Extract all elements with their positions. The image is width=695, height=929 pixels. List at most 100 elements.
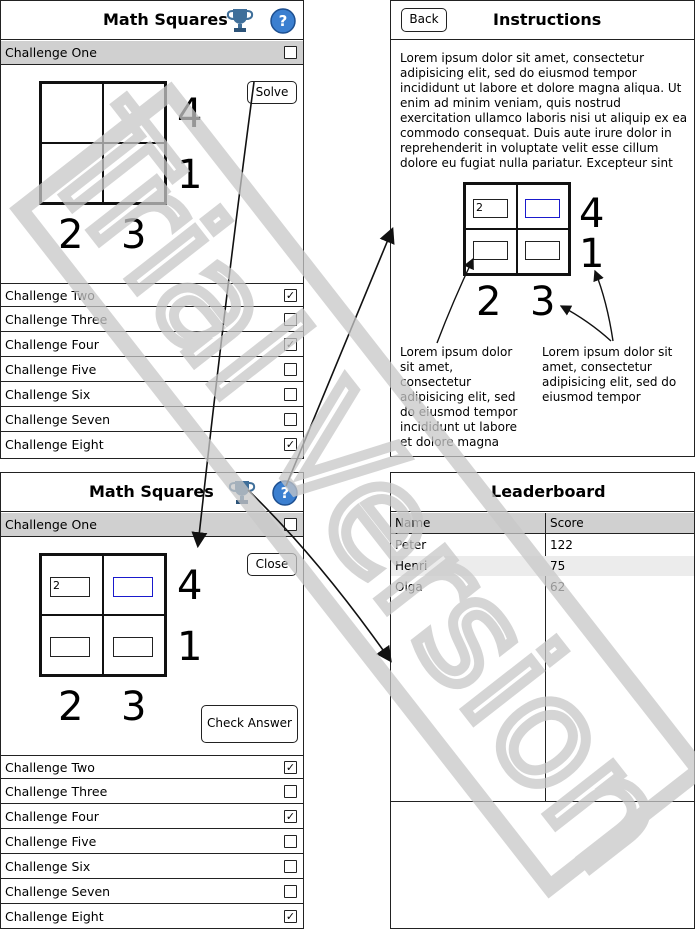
challenge-row[interactable]: Challenge Five xyxy=(1,358,303,382)
close-button[interactable]: Close xyxy=(247,553,297,576)
app-title: Math Squares xyxy=(89,482,214,501)
challenge-row[interactable]: Challenge Seven xyxy=(1,880,303,904)
cell-input-active[interactable] xyxy=(113,577,153,597)
challenge-checkbox[interactable] xyxy=(284,46,297,59)
challenge-checkbox[interactable] xyxy=(284,785,297,798)
back-label: Back xyxy=(409,12,439,26)
svg-text:?: ? xyxy=(279,12,288,30)
note-right: Lorem ipsum dolor sit amet, consectetur … xyxy=(542,345,677,404)
leaderboard-header: Leaderboard xyxy=(391,473,694,512)
challenge-label: Challenge Four xyxy=(5,337,99,352)
challenge-checkbox[interactable] xyxy=(284,860,297,873)
leaderboard-row: Olga 62 xyxy=(391,577,694,597)
leaderboard-screen: Leaderboard Name Score Peter 122 Henri 7… xyxy=(390,472,695,929)
col-sum-label: 2 xyxy=(476,279,502,325)
challenge-label: Challenge Five xyxy=(5,362,97,377)
challenge-checkbox[interactable] xyxy=(284,388,297,401)
puzzle-cell[interactable] xyxy=(41,83,103,143)
challenge-checkbox[interactable] xyxy=(284,413,297,426)
example-grid: 2 xyxy=(463,182,571,276)
challenge-checkbox[interactable]: ✓ xyxy=(284,810,297,823)
challenge-checkbox[interactable] xyxy=(284,518,297,531)
challenge-label: Challenge Three xyxy=(5,312,108,327)
player-score: 122 xyxy=(550,538,573,552)
challenge-row[interactable]: Challenge Seven xyxy=(1,408,303,432)
example-input-active xyxy=(525,199,560,218)
challenge-checkbox[interactable]: ✓ xyxy=(284,289,297,302)
challenge-row[interactable]: Challenge Eight ✓ xyxy=(1,433,303,457)
challenge-checkbox[interactable]: ✓ xyxy=(284,761,297,774)
challenge-label: Challenge One xyxy=(5,45,97,60)
app-title: Math Squares xyxy=(103,10,228,29)
challenge-label: Challenge Five xyxy=(5,834,97,849)
leaderboard-table-header: Name Score xyxy=(391,513,694,534)
leaderboard-table-bottom xyxy=(391,801,694,802)
challenge-label: Challenge Six xyxy=(5,387,91,402)
check-answer-button[interactable]: Check Answer xyxy=(201,705,298,743)
challenge-checkbox[interactable]: ✓ xyxy=(284,910,297,923)
challenge-row[interactable]: Challenge Five xyxy=(1,830,303,854)
challenge-checkbox[interactable]: ✓ xyxy=(284,338,297,351)
col-sum-label: 2 xyxy=(58,212,84,258)
puzzle-cell[interactable] xyxy=(103,143,165,203)
challenge-row[interactable]: Challenge One xyxy=(1,41,303,65)
puzzle-grid: 2 xyxy=(39,553,167,677)
row-sum-label: 4 xyxy=(177,91,203,137)
challenge-label: Challenge Two xyxy=(5,760,95,775)
column-header-score: Score xyxy=(550,516,584,530)
example-input: 2 xyxy=(473,199,508,218)
instructions-header: Back Instructions xyxy=(391,1,694,40)
challenge-row[interactable]: Challenge One xyxy=(1,513,303,537)
challenge-label: Challenge Three xyxy=(5,784,108,799)
challenge-row[interactable]: Challenge Four ✓ xyxy=(1,333,303,357)
trophy-icon[interactable] xyxy=(225,6,255,38)
trophy-icon[interactable] xyxy=(227,478,257,510)
solve-button[interactable]: Solve xyxy=(247,81,297,104)
math-squares-screen-check: Math Squares ? Challenge One 2 4 1 2 3 C… xyxy=(0,472,304,929)
challenge-checkbox[interactable] xyxy=(284,363,297,376)
cell-input[interactable]: 2 xyxy=(50,577,90,597)
row-sum-label: 4 xyxy=(177,563,203,609)
challenge-row[interactable]: Challenge Four ✓ xyxy=(1,805,303,829)
challenge-row[interactable]: Challenge Two ✓ xyxy=(1,283,303,307)
app-header: Math Squares ? xyxy=(1,1,303,40)
example-input xyxy=(473,241,508,260)
col-sum-label: 3 xyxy=(121,684,147,730)
cell-input[interactable] xyxy=(50,637,90,657)
instructions-screen: Back Instructions Lorem ipsum dolor sit … xyxy=(390,0,695,457)
note-left: Lorem ipsum dolor sit amet, consectetur … xyxy=(400,345,518,449)
challenge-row[interactable]: Challenge Six xyxy=(1,855,303,879)
col-sum-label: 2 xyxy=(58,684,84,730)
row-sum-label: 1 xyxy=(177,152,203,198)
challenge-label: Challenge Eight xyxy=(5,909,104,924)
challenge-checkbox[interactable] xyxy=(284,835,297,848)
puzzle-cell[interactable] xyxy=(103,83,165,143)
challenge-label: Challenge One xyxy=(5,517,97,532)
puzzle-cell[interactable] xyxy=(41,143,103,203)
math-squares-screen-solve: Math Squares ? Challenge One 4 1 2 3 Sol… xyxy=(0,0,304,459)
challenge-checkbox[interactable] xyxy=(284,313,297,326)
column-header-name: Name xyxy=(395,516,431,530)
back-button[interactable]: Back xyxy=(401,8,447,32)
cell-input[interactable] xyxy=(113,637,153,657)
leaderboard-row: Peter 122 xyxy=(391,535,694,555)
challenge-checkbox[interactable] xyxy=(284,885,297,898)
challenge-checkbox[interactable]: ✓ xyxy=(284,438,297,451)
row-sum-label: 1 xyxy=(579,231,605,277)
challenge-row[interactable]: Challenge Six xyxy=(1,383,303,407)
leaderboard-row: Henri 75 xyxy=(391,556,694,576)
challenge-label: Challenge Two xyxy=(5,288,95,303)
challenge-row[interactable]: Challenge Eight ✓ xyxy=(1,905,303,929)
challenge-row[interactable]: Challenge Three xyxy=(1,308,303,332)
svg-text:?: ? xyxy=(281,484,290,502)
player-name: Olga xyxy=(395,580,423,594)
challenge-label: Challenge Four xyxy=(5,809,99,824)
help-icon[interactable]: ? xyxy=(271,479,299,511)
example-input xyxy=(525,241,560,260)
challenge-row[interactable]: Challenge Two ✓ xyxy=(1,755,303,779)
instructions-body: Lorem ipsum dolor sit amet, consectetur … xyxy=(400,51,688,170)
challenge-label: Challenge Eight xyxy=(5,437,104,452)
row-sum-label: 4 xyxy=(579,191,605,237)
help-icon[interactable]: ? xyxy=(269,7,297,39)
challenge-row[interactable]: Challenge Three xyxy=(1,780,303,804)
